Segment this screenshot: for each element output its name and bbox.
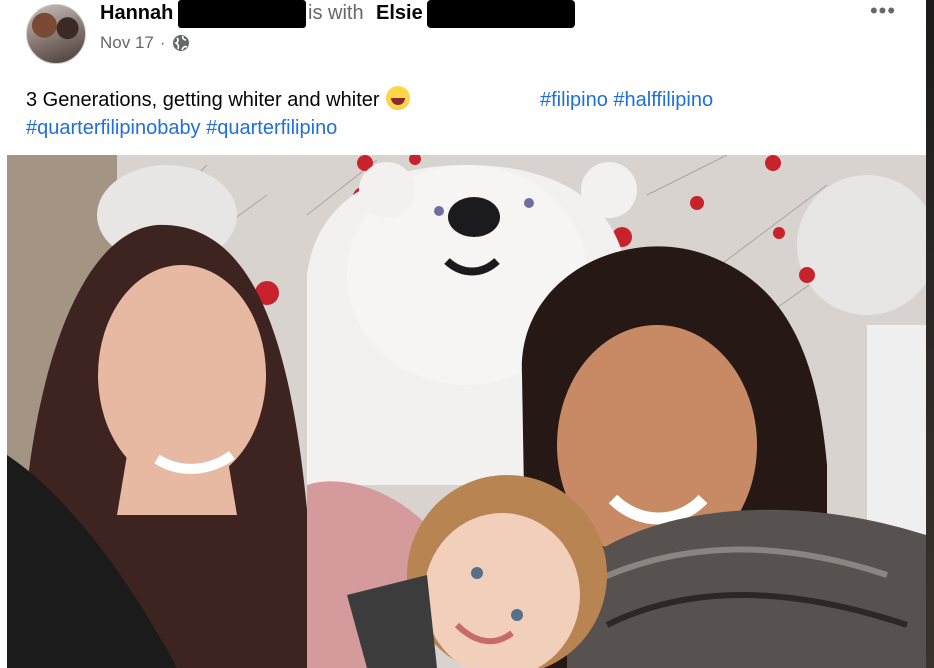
with-text: is with [308, 2, 364, 24]
post-meta: Nov 17 · [100, 33, 190, 53]
photo-illustration [7, 155, 926, 668]
post-date[interactable]: Nov 17 [100, 33, 154, 53]
hashtags-line-1[interactable]: #filipino #halffilipino [540, 86, 713, 114]
hashtags-line-2[interactable]: #quarterfilipinobaby #quarterfilipino [26, 117, 337, 139]
redaction-bar [178, 0, 306, 28]
redaction-bar [427, 0, 575, 28]
tagged-name[interactable]: Elsie [376, 2, 423, 25]
post-photo[interactable] [7, 155, 926, 668]
author-name[interactable]: Hannah [100, 2, 173, 25]
caption-text: 3 Generations, getting whiter and whiter [26, 89, 380, 111]
more-options-button[interactable]: ••• [864, 0, 902, 26]
window-edge [926, 0, 934, 668]
globe-icon[interactable] [172, 34, 190, 52]
post-caption: 3 Generations, getting whiter and whiter… [26, 86, 906, 142]
meta-separator: · [159, 33, 166, 52]
laughing-emoji-icon [385, 86, 410, 110]
post-header: Hannah is with Elsie Nov 17 · ••• [0, 0, 926, 70]
facebook-post: Hannah is with Elsie Nov 17 · ••• 3 Gene… [0, 0, 934, 668]
avatar[interactable] [26, 4, 86, 64]
